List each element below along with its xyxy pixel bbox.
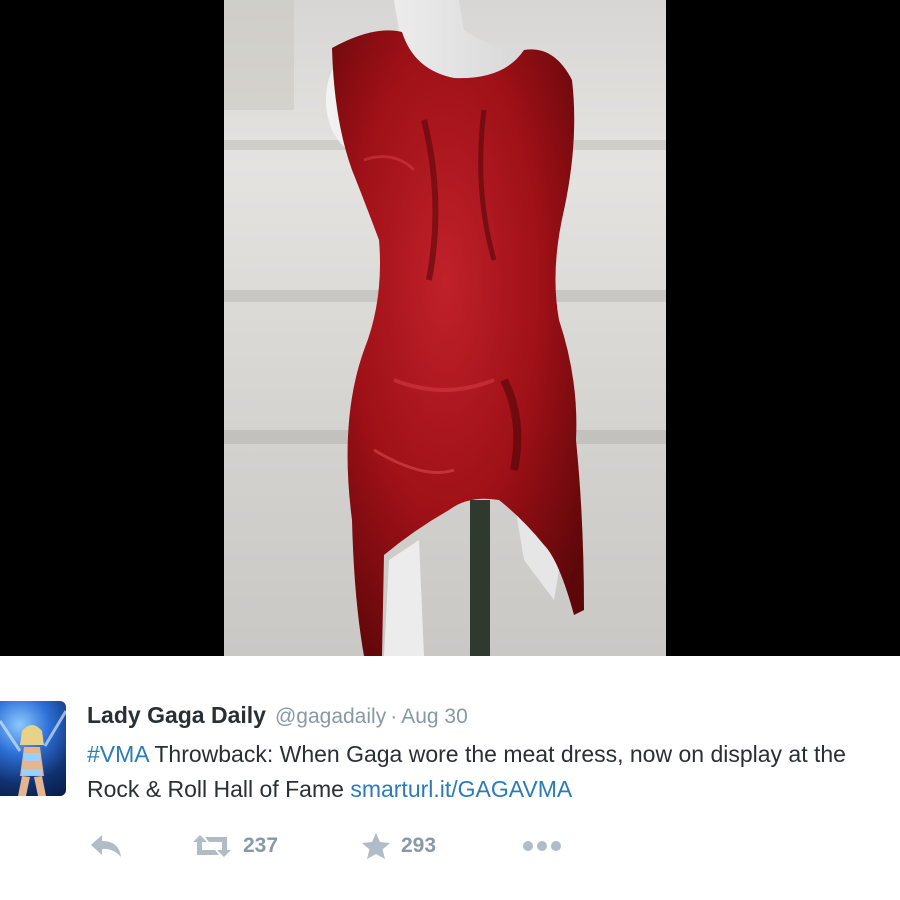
- author-handle[interactable]: @gagadaily: [275, 705, 386, 729]
- star-icon: [362, 833, 390, 859]
- hashtag-link[interactable]: #VMA: [87, 741, 148, 767]
- reply-icon: [91, 835, 121, 857]
- url-link[interactable]: smarturl.it/GAGAVMA: [350, 776, 572, 802]
- tweet-media[interactable]: [0, 0, 900, 656]
- tweet-header: Lady Gaga Daily @gagadaily · Aug 30: [87, 702, 468, 732]
- separator: ·: [390, 705, 398, 728]
- more-button[interactable]: [522, 826, 562, 866]
- retweet-button[interactable]: 237: [191, 826, 278, 866]
- meat-dress-photo[interactable]: [224, 0, 666, 656]
- retweet-count: 237: [243, 834, 279, 857]
- author-name[interactable]: Lady Gaga Daily: [87, 702, 266, 729]
- avatar[interactable]: [0, 701, 66, 796]
- tweet-actions: 237 293: [87, 826, 647, 866]
- retweet-icon: [193, 835, 231, 857]
- favorite-count: 293: [401, 834, 437, 857]
- more-icon: [523, 841, 561, 851]
- tweet-text: #VMA Throwback: When Gaga wore the meat …: [87, 737, 877, 807]
- favorite-button[interactable]: 293: [361, 826, 436, 866]
- reply-button[interactable]: [89, 826, 123, 866]
- timestamp[interactable]: Aug 30: [401, 705, 468, 729]
- meat-dress-illustration: [224, 0, 666, 656]
- avatar-figure-icon: [0, 710, 66, 796]
